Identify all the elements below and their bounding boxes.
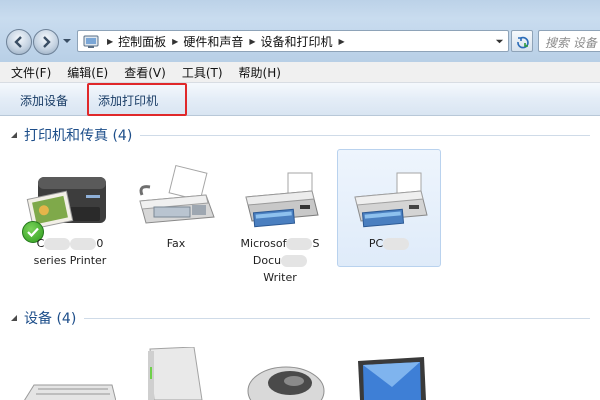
printer-item[interactable]: Microsof S Docu Writer [228,155,332,286]
back-button[interactable] [6,29,32,55]
menu-bar: 文件(F) 编辑(E) 查看(V) 工具(T) 帮助(H) [0,62,600,83]
refresh-icon [517,36,529,49]
laser-printer-icon [354,172,428,228]
printer-name-line3: Writer [263,271,297,284]
menu-tools[interactable]: 工具(T) [174,64,231,81]
breadcrumb-separator-icon[interactable]: ▶ [249,37,255,46]
group-title-devices: 设备 (4) [24,311,77,327]
breadcrumb-hardware-sound[interactable]: 硬件和声音 [183,33,243,50]
monitor-icon[interactable] [352,357,432,400]
group-header-devices[interactable]: 设备 (4) [10,308,590,328]
breadcrumb: ▶ 控制面板 ▶ 硬件和声音 ▶ 设备和打印机 ▶ [101,33,350,50]
address-bar[interactable]: ▶ 控制面板 ▶ 硬件和声音 ▶ 设备和打印机 ▶ [77,30,509,52]
group-header-printers[interactable]: 打印机和传真 (4) [10,125,590,145]
forward-button[interactable] [33,29,59,55]
laser-printer-icon [245,172,319,228]
printer-name-line2: series Printer [33,254,107,267]
group-divider [140,134,590,136]
printer-item[interactable]: C0 series Printer [18,155,122,269]
arrow-left-icon [14,36,22,48]
printer-item-selected[interactable]: PC [337,149,441,267]
mouse-icon[interactable] [238,361,328,400]
menu-edit[interactable]: 编辑(E) [59,64,116,81]
window-titlebar: ▶ 控制面板 ▶ 硬件和声音 ▶ 设备和打印机 ▶ 搜索 设备 [0,0,600,62]
collapse-triangle-icon[interactable] [10,314,18,322]
control-panel-icon [83,35,99,48]
recent-pages-dropdown-icon[interactable] [62,36,72,46]
collapse-triangle-icon[interactable] [10,131,18,139]
printer-name: PC [337,235,441,252]
printer-name-line2: Docu [228,252,332,269]
breadcrumb-control-panel[interactable]: 控制面板 [118,33,166,50]
keyboard-icon[interactable] [20,379,116,400]
computer-tower-icon[interactable] [140,347,210,400]
fax-icon [139,164,215,224]
menu-file[interactable]: 文件(F) [0,64,59,81]
fax-name: Fax [166,237,186,250]
menu-help[interactable]: 帮助(H) [231,64,289,81]
breadcrumb-separator-icon[interactable]: ▶ [339,37,345,46]
arrow-right-icon [43,36,51,48]
devices-content-pane: 打印机和传真 (4) C0 series Printer Fax Microso… [0,117,600,400]
breadcrumb-separator-icon[interactable]: ▶ [107,37,113,46]
breadcrumb-devices-printers[interactable]: 设备和打印机 [261,33,333,50]
group-title-printers: 打印机和传真 (4) [24,128,133,144]
menu-view[interactable]: 查看(V) [116,64,174,81]
address-dropdown-icon[interactable] [495,37,504,46]
printer-name: C0 [36,237,104,250]
breadcrumb-separator-icon[interactable]: ▶ [172,37,178,46]
search-input[interactable]: 搜索 设备 [538,30,600,52]
fax-item[interactable]: Fax [124,155,228,252]
add-device-button[interactable]: 添加设备 [20,92,68,109]
printer-name: Microsof S [240,237,320,250]
refresh-button[interactable] [511,30,533,52]
add-printer-button[interactable]: 添加打印机 [98,92,158,109]
group-divider [84,317,590,319]
command-bar: 添加设备 添加打印机 [0,83,600,116]
